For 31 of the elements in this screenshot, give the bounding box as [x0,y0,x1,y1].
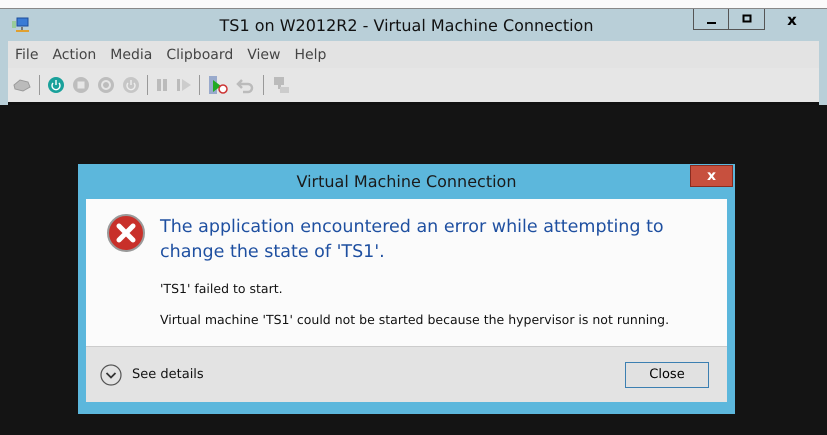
close-button[interactable]: x [690,165,733,187]
error-message: 'TS1' failed to start. [160,281,284,296]
error-message: Virtual machine 'TS1' could not be started because the hypervisor is not running. [160,312,670,327]
pause-icon[interactable] [155,76,169,94]
close-button[interactable]: Close [625,362,709,388]
checkpoint-icon[interactable] [207,75,229,95]
power-icon[interactable] [122,76,140,94]
minimize-button[interactable] [693,9,729,30]
menu-item[interactable]: Clipboard [166,46,234,62]
maximize-button[interactable] [729,9,765,30]
close-button[interactable]: x [765,9,819,30]
see-details-button[interactable]: See details [100,364,204,386]
dialog-title: Virtual Machine Connection [296,172,516,191]
error-heading: The application encountered an error while attempting to change the state of 'TS1'. [160,216,665,264]
shutdown-icon[interactable] [97,76,115,94]
error-icon [106,213,146,253]
stop-icon[interactable] [72,76,90,94]
minimize-icon [706,22,716,24]
undo-icon[interactable] [236,76,256,94]
computer-icon [12,17,30,33]
menu-item[interactable]: Help [294,46,326,62]
menu-item[interactable]: View [247,46,280,62]
resume-icon[interactable] [176,76,192,94]
maximize-icon [742,14,752,24]
menu-item[interactable]: Media [110,46,152,62]
power-icon[interactable] [47,76,65,94]
window-title: TS1 on W2012R2 - Virtual Machine Connection [218,16,594,34]
menu-item[interactable]: Action [52,46,96,62]
monitor-icon[interactable] [271,75,291,95]
chevron-icon [100,364,122,386]
menu-item[interactable]: File [15,46,38,62]
